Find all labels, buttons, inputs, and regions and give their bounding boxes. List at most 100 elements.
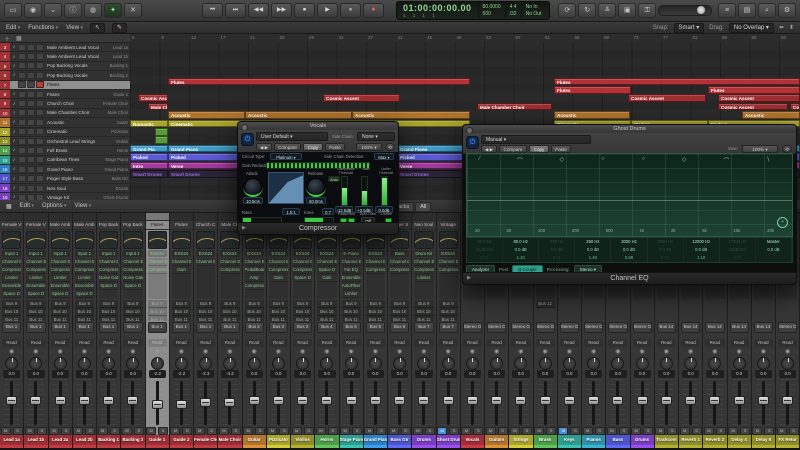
region-unnamed[interactable] <box>155 128 168 136</box>
format-button[interactable]: ◉ <box>267 347 290 357</box>
input-slot[interactable]: EXS24 <box>220 249 240 258</box>
pan-knob[interactable] <box>170 357 193 371</box>
track-row[interactable]: 16 ♪ Grand Piano Grand Piano <box>0 165 130 175</box>
format-button[interactable]: ◉ <box>97 347 120 357</box>
volume-fader[interactable] <box>222 379 238 428</box>
volume-fader[interactable] <box>513 379 529 428</box>
settings-icon[interactable]: ⚙ <box>778 3 796 18</box>
toolbar-icon-5[interactable]: ✦ <box>104 3 122 18</box>
volume-fader[interactable] <box>76 379 92 428</box>
automation-mode[interactable]: Read <box>74 339 94 348</box>
mute-button[interactable]: M <box>534 427 545 436</box>
mute-button[interactable]: M <box>170 427 181 436</box>
solo-button[interactable]: S <box>303 427 314 436</box>
strip-name-label[interactable]: Pianos <box>582 435 606 446</box>
audio-fx-slots[interactable]: Channel EQ <box>196 258 216 300</box>
group-slot[interactable] <box>509 333 532 340</box>
channel-strip[interactable]: Neo Soul Drum Kit Channel EQCompressorLi… <box>412 213 437 448</box>
region-cosmic-ascent[interactable]: Cosmic Ascent <box>323 94 400 102</box>
volume-value[interactable]: 0.0 <box>585 370 603 379</box>
volume-value[interactable]: 0.0 <box>657 370 675 379</box>
track-row[interactable]: 6 ♪ Pop Backing Vocals Backing 2 <box>0 71 130 81</box>
audio-fx-slots[interactable]: Channel EQCompressor <box>390 258 410 300</box>
strip-name-label[interactable]: Grand Piano <box>363 435 387 446</box>
audio-fx-slots[interactable]: Channel EQCompressor <box>438 258 458 300</box>
input-slot[interactable]: E-Piano <box>341 249 361 258</box>
strip-name-label[interactable]: Ghost Drums <box>436 435 460 446</box>
sends-slots[interactable]: Bus 9 Bus 10 Bus 11 <box>74 300 94 321</box>
audio-fx-slots[interactable]: Channel EQCompressorNoise GateSpace D <box>99 258 119 300</box>
audio-fx-slots[interactable]: Channel EQCompressorLimiterEnsembleSpace… <box>50 258 70 300</box>
format-button[interactable]: ◉ <box>509 347 532 357</box>
eq-thumbnail[interactable] <box>196 230 216 249</box>
region-male-cha[interactable]: Male Cha <box>148 102 168 111</box>
volume-value[interactable]: 0.0 <box>3 370 21 379</box>
solo-button[interactable]: S <box>36 427 47 436</box>
eq-band-icon-1[interactable]: ⌒ <box>517 156 523 165</box>
input-slot[interactable]: EXS24 <box>293 249 313 258</box>
solo-button[interactable]: S <box>133 427 144 436</box>
mixer-menu-options[interactable]: Options <box>42 203 67 209</box>
eq-band-column[interactable]: 20.0 Hz 24dB/Oct 0.71 <box>467 238 503 262</box>
channel-strip[interactable]: Female V Input 1 Channel EQCompressorLim… <box>0 213 25 448</box>
volume-fader[interactable] <box>4 379 20 428</box>
mute-button[interactable]: M <box>49 427 60 436</box>
solo-button[interactable]: S <box>691 427 702 436</box>
output-slot[interactable]: Bus 1 <box>99 321 119 333</box>
solo-button[interactable] <box>27 128 35 136</box>
link-icon[interactable]: ⟲ <box>385 142 395 151</box>
solo-button[interactable]: S <box>376 427 387 436</box>
attack-knob[interactable] <box>243 178 263 197</box>
fader-cap[interactable] <box>151 399 163 409</box>
solo-button[interactable]: S <box>618 427 629 436</box>
toolbar-icon-6[interactable]: ✕ <box>124 3 142 18</box>
mute-button[interactable]: M <box>412 427 423 436</box>
format-button[interactable]: ◉ <box>24 347 47 357</box>
fader-cap[interactable] <box>660 396 672 406</box>
channel-strip[interactable]: Cinemati EXS24 Channel EQCompressorGain … <box>266 213 291 448</box>
mute-button[interactable] <box>18 146 26 154</box>
automation-mode[interactable]: Read <box>99 339 119 348</box>
strip-name-label[interactable]: Guide 2 <box>169 435 193 446</box>
solo-button[interactable]: S <box>255 427 266 436</box>
volume-fader[interactable] <box>173 379 189 428</box>
mute-button[interactable] <box>18 71 26 79</box>
mute-button[interactable]: M <box>776 427 787 436</box>
sends-slots[interactable]: Bus 9 Bus 10 Bus 11 <box>293 300 313 321</box>
volume-value[interactable]: 0.0 <box>730 370 748 379</box>
record-enable-button[interactable] <box>36 81 44 89</box>
mixer-panel-icon[interactable]: ▦ <box>6 203 12 210</box>
solo-button[interactable] <box>27 71 35 79</box>
output-slot[interactable]: Bus 7 <box>414 321 434 333</box>
strip-name-label[interactable]: Delay 4 <box>727 435 751 446</box>
group-slot[interactable] <box>97 333 120 340</box>
mute-button[interactable]: M <box>364 427 375 436</box>
volume-fader[interactable] <box>610 379 626 428</box>
record-enable-button[interactable] <box>36 118 44 126</box>
track-row[interactable]: 17 ♪ Finger Style Bass Bass Gtr <box>0 174 130 184</box>
rewind-button[interactable]: ◀◀ <box>248 3 269 18</box>
automation-mode[interactable]: Read <box>244 339 264 348</box>
solo-button[interactable]: S <box>230 427 241 436</box>
volume-value[interactable]: 0.0 <box>779 370 797 379</box>
fader-cap[interactable] <box>78 396 90 406</box>
eq-band-column[interactable]: 12000 Hz 0.0 dB 1.10 <box>684 238 720 262</box>
track-row[interactable]: 9 ♪ Church Choir Female Choir <box>0 99 130 109</box>
mute-button[interactable]: M <box>388 427 399 436</box>
mute-button[interactable]: M <box>340 427 351 436</box>
strip-name-label[interactable]: Reverb 2 <box>703 435 727 446</box>
strip-name-label[interactable]: Bass <box>606 435 630 446</box>
eq-thumbnail[interactable] <box>220 230 240 249</box>
output-slot[interactable]: Stereo Out <box>559 321 579 333</box>
mute-button[interactable]: M <box>631 427 642 436</box>
region-grand-pia[interactable]: Grand Pia <box>130 144 168 153</box>
volume-fader[interactable] <box>755 379 771 428</box>
output-slot[interactable]: Stereo Out <box>511 321 531 333</box>
volume-value[interactable]: 0.0 <box>463 370 481 379</box>
audio-fx-slots[interactable]: Channel EQCompressorGain <box>268 258 288 300</box>
output-slot[interactable]: Bus 1 <box>26 321 46 333</box>
sends-slots[interactable] <box>778 300 797 320</box>
output-slot[interactable]: Bus 7 <box>438 321 458 333</box>
fader-cap[interactable] <box>175 399 187 409</box>
snap-dropdown[interactable]: Smart ▾ <box>673 22 705 33</box>
